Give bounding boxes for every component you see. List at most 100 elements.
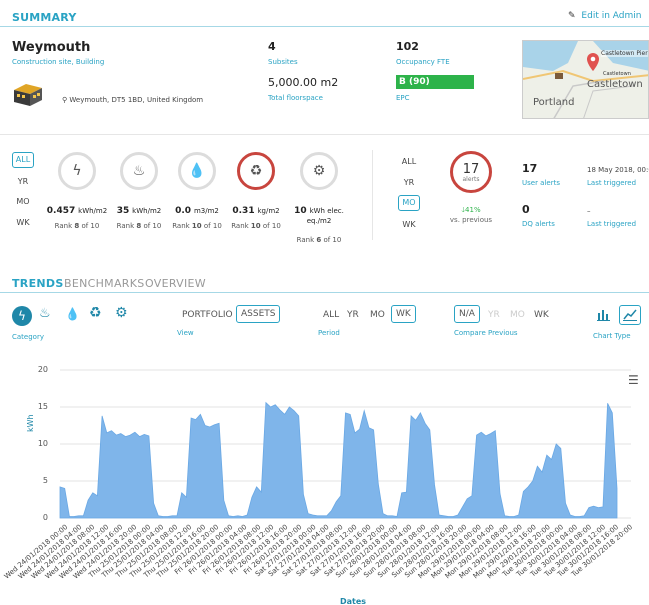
gear-icon: ⚙	[312, 163, 326, 179]
user-alerts-label[interactable]: User alerts	[522, 179, 560, 187]
period-label: Period	[318, 329, 340, 337]
alert-period-all[interactable]: ALL	[398, 157, 420, 166]
dq-alerts-label[interactable]: DQ alerts	[522, 220, 555, 228]
category-electricity-icon[interactable]: ϟ	[12, 306, 32, 326]
alerts-count-label: alerts	[462, 176, 480, 183]
compare-yr[interactable]: YR	[488, 310, 500, 320]
period-yr[interactable]: YR	[347, 310, 359, 320]
kpi-value-line: 0.457 kWh/m2	[44, 206, 110, 216]
tab-trends[interactable]: TRENDS	[12, 277, 64, 290]
kpi-value-line: 35 kWh/m2	[106, 206, 172, 216]
kpi-unit: kWh/m2	[78, 207, 108, 215]
summary-title: SUMMARY	[12, 11, 77, 24]
y-tick-label: 15	[37, 402, 48, 411]
view-label: View	[177, 329, 194, 337]
bar-chart-icon[interactable]	[595, 307, 613, 323]
location-map[interactable]: Castletown Pier Castletown Castletown Po…	[522, 40, 649, 119]
kpi-period-wk[interactable]: WK	[12, 218, 34, 227]
y-tick-label: 5	[42, 476, 48, 485]
kpi-value-line: 0.0 m3/m2	[164, 206, 230, 216]
map-label-portland: Portland	[533, 97, 575, 108]
category-waste-icon[interactable]: ♻	[89, 305, 102, 321]
tab-overview[interactable]: OVERVIEW	[145, 277, 206, 290]
y-tick-label: 20	[37, 365, 48, 374]
edit-in-admin-link[interactable]: ✎ Edit in Admin	[568, 11, 641, 21]
kpi-period-all[interactable]: ALL	[12, 152, 34, 168]
dq-alerts-value: 0	[522, 203, 530, 216]
dq-last-triggered: –	[587, 207, 591, 215]
line-chart-icon[interactable]	[619, 305, 641, 325]
site-address: ⚲ Weymouth, DT5 1BD, United Kingdom	[62, 96, 204, 104]
kpi-value: 0.0	[175, 206, 192, 216]
map-pin-icon: ⚲	[62, 96, 68, 104]
y-tick-label: 10	[37, 439, 48, 448]
building-icon	[12, 80, 44, 108]
view-assets[interactable]: ASSETS	[236, 305, 281, 323]
kpi-unit: kg/m2	[257, 207, 280, 215]
compare-mo[interactable]: MO	[510, 310, 525, 320]
category-label: Category	[12, 333, 44, 341]
site-type: Construction site, Building	[12, 58, 105, 66]
user-last-triggered: 18 May 2018, 00:00	[587, 166, 649, 174]
category-gas-icon[interactable]: ♨	[39, 306, 51, 321]
compare-na[interactable]: N/A	[454, 305, 480, 323]
series-area[interactable]	[59, 401, 618, 519]
compare-wk[interactable]: WK	[534, 310, 549, 320]
chart-type-label: Chart Type	[593, 332, 631, 340]
tab-benchmarks[interactable]: BENCHMARKS	[64, 277, 145, 290]
kpi-period-mo[interactable]: MO	[12, 197, 34, 206]
map-label-pier: Castletown Pier	[601, 50, 648, 57]
kpi-rank: Rank 10 of 10	[231, 222, 281, 230]
kpi-ring[interactable]: ♨	[120, 152, 158, 190]
map-label-castletown: Castletown	[587, 79, 643, 90]
kpi-value: 35	[116, 206, 130, 216]
lightning-icon: ϟ	[72, 163, 82, 179]
y-tick-label: 0	[42, 513, 48, 522]
kpi-unit: kWh/m2	[132, 207, 162, 215]
kpi-value-line: 0.31 kg/m2	[223, 206, 289, 216]
period-all[interactable]: ALL	[323, 310, 339, 320]
period-mo[interactable]: MO	[370, 310, 385, 320]
alerts-ring[interactable]: 17 alerts	[450, 151, 492, 193]
kpi-unit: kWh elec. eq./m2	[306, 207, 344, 225]
site-name: Weymouth	[12, 40, 91, 55]
alert-period-wk[interactable]: WK	[398, 220, 420, 229]
kpi-ring[interactable]: ⚙	[300, 152, 338, 190]
gas-flame-icon: ♨	[132, 163, 146, 179]
subsites-value: 4	[268, 40, 276, 53]
epc-badge: B (90)	[396, 75, 474, 89]
kpi-rank: Rank 10 of 10	[172, 222, 222, 230]
kpi-value: 0.31	[232, 206, 255, 216]
occupancy-value: 102	[396, 40, 419, 53]
recycle-icon: ♻	[249, 163, 263, 179]
kpi-rank: Rank 6 of 10	[296, 236, 342, 244]
kpi-value-line: 10 kWh elec. eq./m2	[286, 206, 352, 226]
epc-label: EPC	[396, 94, 410, 102]
kpi-rank: Rank 8 of 10	[116, 222, 162, 230]
alerts-count: 17	[462, 162, 480, 177]
kpi-ring[interactable]: ϟ	[58, 152, 96, 190]
alert-period-yr[interactable]: YR	[398, 178, 420, 187]
category-water-icon[interactable]: 💧	[65, 307, 80, 321]
kpi-rank: Rank 8 of 10	[54, 222, 100, 230]
kpi-value: 0.457	[46, 206, 76, 216]
dq-last-triggered-label: Last triggered	[587, 220, 637, 228]
floorspace-value: 5,000.00 m2	[268, 76, 339, 89]
kpi-unit: m3/m2	[193, 207, 219, 215]
user-last-triggered-label: Last triggered	[587, 179, 637, 187]
user-alerts-value: 17	[522, 162, 538, 175]
kpi-ring[interactable]: 💧	[178, 152, 216, 190]
alerts-change-label: vs. previous	[449, 216, 493, 224]
category-other-icon[interactable]: ⚙	[115, 305, 128, 321]
water-drop-icon: 💧	[188, 163, 206, 179]
compare-label: Compare Previous	[454, 329, 518, 337]
view-portfolio[interactable]: PORTFOLIO	[182, 310, 233, 320]
pencil-icon: ✎	[568, 11, 576, 21]
kpi-period-yr[interactable]: YR	[12, 177, 34, 186]
map-label-castletown-small: Castletown	[603, 71, 631, 77]
period-wk[interactable]: WK	[391, 305, 416, 323]
kpi-value: 10	[294, 206, 307, 216]
floorspace-label: Total floorspace	[268, 94, 323, 102]
alert-period-mo[interactable]: MO	[398, 195, 420, 211]
kpi-ring[interactable]: ♻	[237, 152, 275, 190]
